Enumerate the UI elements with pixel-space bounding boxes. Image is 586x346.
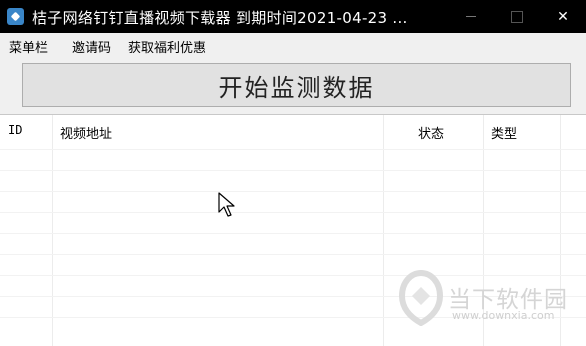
close-icon: ✕ <box>557 8 569 25</box>
menu-item-menu[interactable]: 菜单栏 <box>9 37 48 56</box>
start-monitoring-button[interactable]: 开始监测数据 <box>22 63 571 107</box>
window-title: 桔子网络钉钉直播视频下载器 到期时间2021-04-23 ... <box>32 9 408 27</box>
column-header-id[interactable]: ID <box>8 123 22 137</box>
menu-item-invite-code[interactable]: 邀请码 <box>72 37 111 56</box>
menu-item-get-benefits[interactable]: 获取福利优惠 <box>128 37 206 56</box>
row-divider <box>0 149 586 150</box>
row-divider <box>0 233 586 234</box>
maximize-button[interactable] <box>494 0 540 33</box>
minimize-icon <box>466 15 476 17</box>
row-divider <box>0 254 586 255</box>
column-header-status[interactable]: 状态 <box>418 123 444 142</box>
row-divider <box>0 212 586 213</box>
mouse-cursor-icon <box>218 192 235 217</box>
menu-bar: 菜单栏 邀请码 获取福利优惠 <box>0 33 586 56</box>
watermark-url: www.downxia.com <box>452 309 555 322</box>
column-header-video-url[interactable]: 视频地址 <box>60 123 112 142</box>
title-bar[interactable]: 桔子网络钉钉直播视频下载器 到期时间2021-04-23 ... ✕ <box>0 0 586 33</box>
column-header-type[interactable]: 类型 <box>491 123 517 142</box>
row-divider <box>0 191 586 192</box>
close-button[interactable]: ✕ <box>540 0 586 33</box>
row-divider <box>0 170 586 171</box>
app-icon <box>7 8 24 25</box>
row-divider <box>0 275 586 276</box>
minimize-button[interactable] <box>448 0 494 33</box>
maximize-icon <box>511 10 523 23</box>
watermark-logo-icon <box>398 270 444 326</box>
